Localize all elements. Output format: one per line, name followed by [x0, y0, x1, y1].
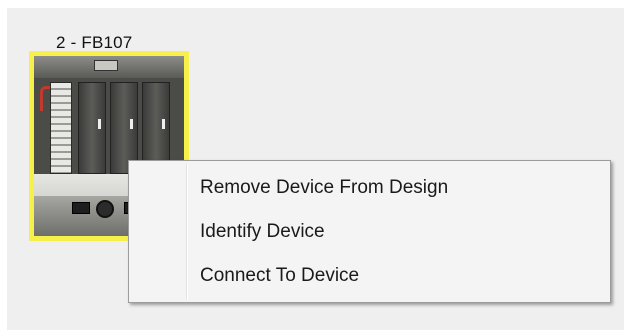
context-menu: Remove Device From Design Identify Devic…	[128, 160, 611, 303]
device-port	[72, 202, 90, 214]
device-connector	[94, 60, 118, 71]
device-label: 2 - FB107	[56, 33, 133, 52]
menu-item-identify-device[interactable]: Identify Device	[132, 212, 607, 252]
device-slot	[78, 82, 106, 174]
device-terminal-block	[50, 82, 72, 174]
menu-item-remove-device[interactable]: Remove Device From Design	[132, 168, 607, 208]
device-port-round	[96, 200, 114, 218]
menu-item-connect-device[interactable]: Connect To Device	[132, 256, 607, 296]
